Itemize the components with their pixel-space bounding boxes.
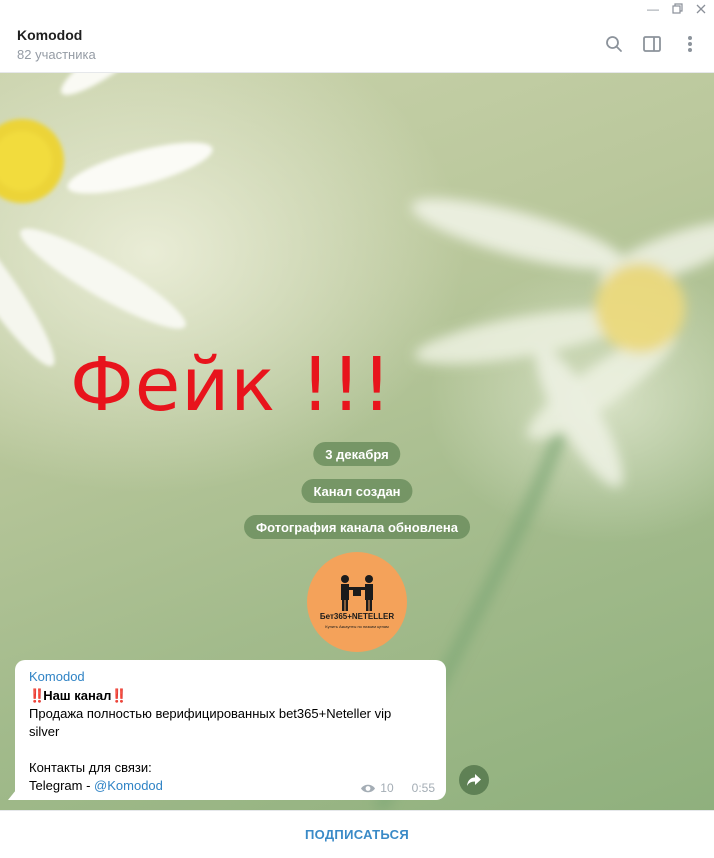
message-heading: Наш канал [43, 688, 112, 703]
views-eye-icon [361, 784, 376, 792]
double-exclamation-icon: ‼️ [111, 688, 127, 703]
close-icon[interactable] [690, 0, 712, 17]
message-text-line: Контакты для связи: [29, 760, 152, 775]
message-text-line: Продажа полностью верифицированных bet36… [29, 706, 392, 721]
fake-warning-overlay: Фейк !!! [70, 342, 393, 428]
more-vert-icon[interactable] [679, 33, 701, 55]
view-count: 10 [380, 781, 394, 795]
sidebar-toggle-icon[interactable] [641, 33, 663, 55]
channel-photo[interactable]: Бет365+NETELLER Купить Аккаунты по низки… [307, 552, 407, 652]
date-separator: 3 декабря [313, 442, 401, 466]
double-exclamation-icon: ‼️ [29, 688, 45, 703]
message-bubble-tail [8, 790, 16, 800]
restore-icon[interactable] [666, 0, 688, 17]
handshake-figures-icon [341, 575, 373, 611]
message-meta: 10 0:55 [360, 781, 435, 795]
window-titlebar: — [0, 0, 714, 18]
chat-title[interactable]: Komodod [17, 27, 82, 43]
username-link[interactable]: @Komodod [94, 778, 163, 793]
message-bubble[interactable]: Komodod ‼️Наш канал‼️ Продажа полностью … [15, 660, 446, 800]
message-time: 0:55 [411, 781, 435, 795]
contact-label: Telegram - [29, 778, 95, 793]
search-icon[interactable] [603, 33, 625, 55]
subscribe-button[interactable]: ПОДПИСАТЬСЯ [305, 827, 409, 842]
message-text-line: silver [29, 724, 60, 739]
channel-photo-tagline: Купить Аккаунты по низким ценам [325, 624, 389, 629]
message-sender[interactable]: Komodod [29, 669, 432, 684]
service-message-photo-updated: Фотография канала обновлена [244, 515, 470, 539]
member-count: 82 участника [17, 47, 96, 62]
channel-footer: ПОДПИСАТЬСЯ [0, 810, 714, 858]
message-heading-line: ‼️Наш канал‼️ [29, 687, 432, 705]
service-message-channel-created: Канал создан [301, 479, 413, 503]
channel-photo-logo-text: Бет365+NETELLER [319, 612, 395, 621]
chat-header: Komodod 82 участника [0, 17, 714, 73]
share-button[interactable] [459, 765, 489, 795]
share-arrow-icon [467, 774, 481, 786]
minimize-icon[interactable]: — [642, 0, 664, 17]
chat-wallpaper: Фейк !!! 3 декабря Канал создан Фотограф… [0, 73, 714, 810]
